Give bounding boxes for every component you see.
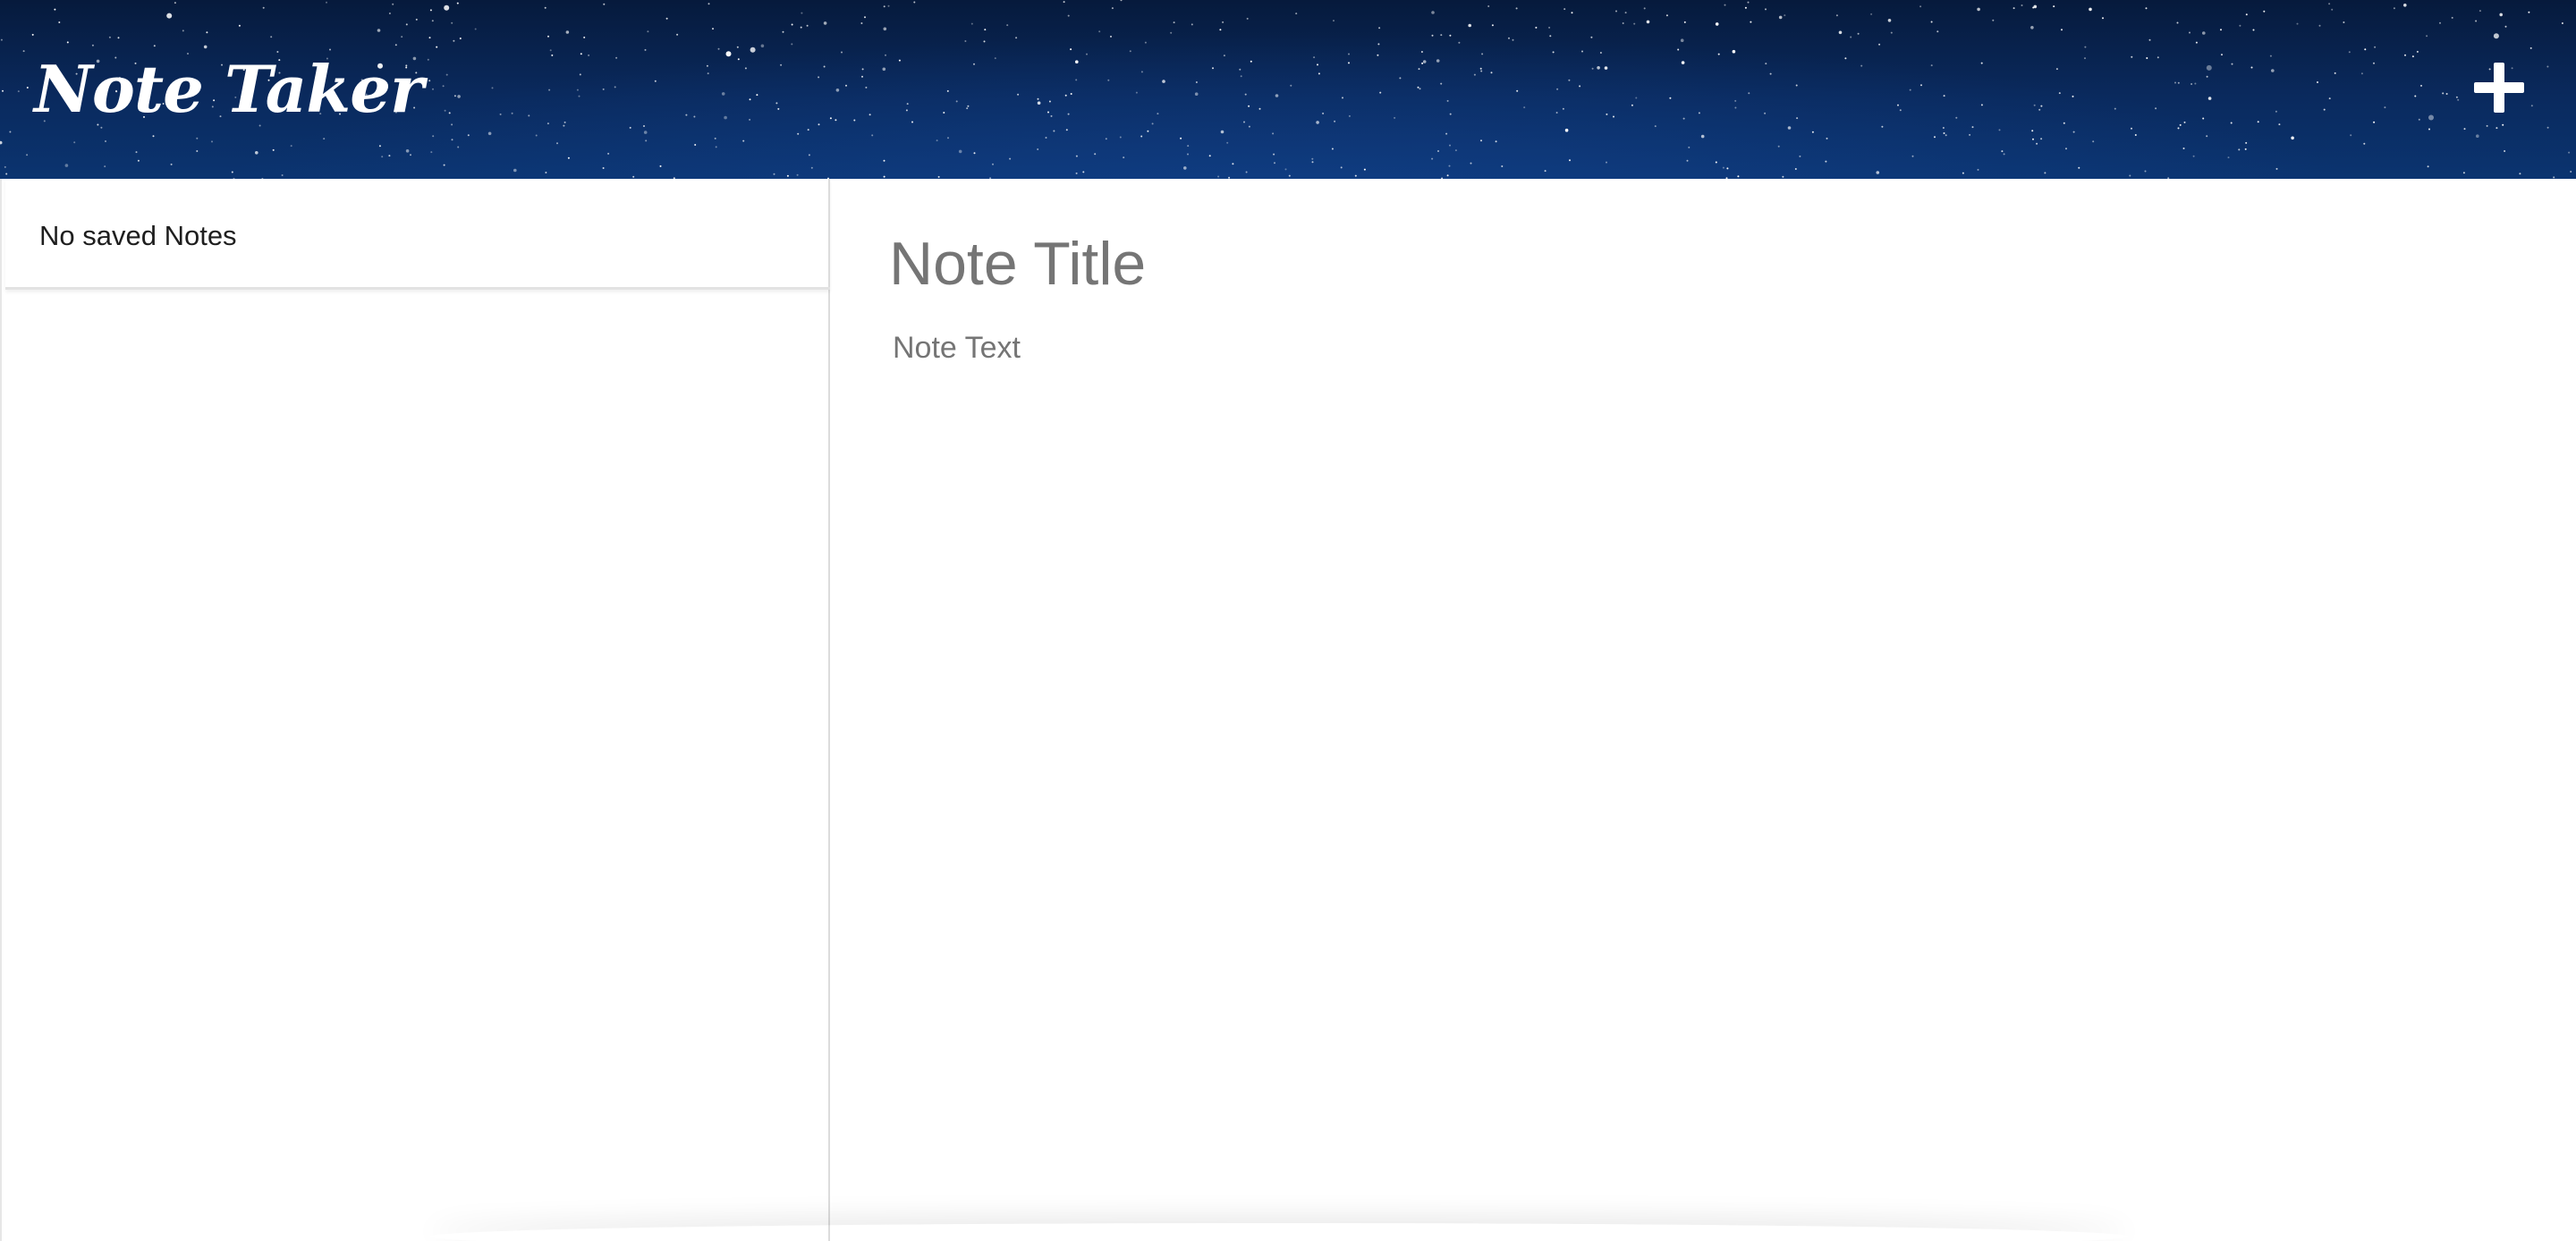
notes-list-panel: No saved Notes <box>0 179 830 1241</box>
new-note-button[interactable] <box>2474 63 2524 113</box>
note-editor <box>832 179 2576 1241</box>
note-text-area[interactable] <box>893 331 2503 1135</box>
app-root: Note Taker No saved Notes <box>0 0 2576 1241</box>
navbar: Note Taker <box>0 0 2576 179</box>
note-title-input[interactable] <box>889 224 2499 304</box>
brand-logo[interactable]: Note Taker <box>34 45 424 134</box>
list-item-empty-state: No saved Notes <box>5 179 830 290</box>
